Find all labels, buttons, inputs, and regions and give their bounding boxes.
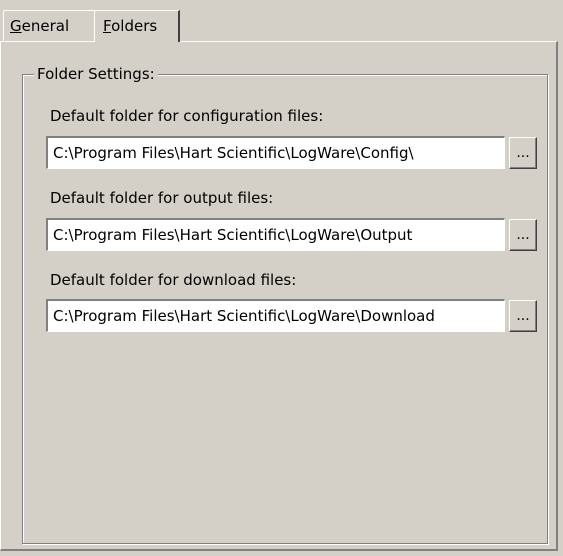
tab-folders[interactable]: Folders <box>94 10 180 42</box>
tab-general[interactable]: General <box>3 10 97 42</box>
output-folder-input[interactable] <box>46 218 505 251</box>
tab-folders-label: olders <box>111 17 158 35</box>
download-browse-button[interactable]: ... <box>509 300 537 332</box>
tab-folders-mnemonic: F <box>103 17 112 35</box>
config-folder-input[interactable] <box>46 136 505 169</box>
download-folder-input[interactable] <box>46 299 505 332</box>
download-folder-label: Default folder for download files: <box>50 271 297 289</box>
config-folder-label: Default folder for configuration files: <box>50 107 324 125</box>
tab-general-label: eneral <box>21 17 70 35</box>
output-browse-button[interactable]: ... <box>509 219 537 251</box>
config-browse-button[interactable]: ... <box>509 137 537 169</box>
folder-settings-legend: Folder Settings: <box>34 64 158 84</box>
output-folder-label: Default folder for output files: <box>50 189 274 207</box>
tab-general-mnemonic: G <box>10 17 22 35</box>
